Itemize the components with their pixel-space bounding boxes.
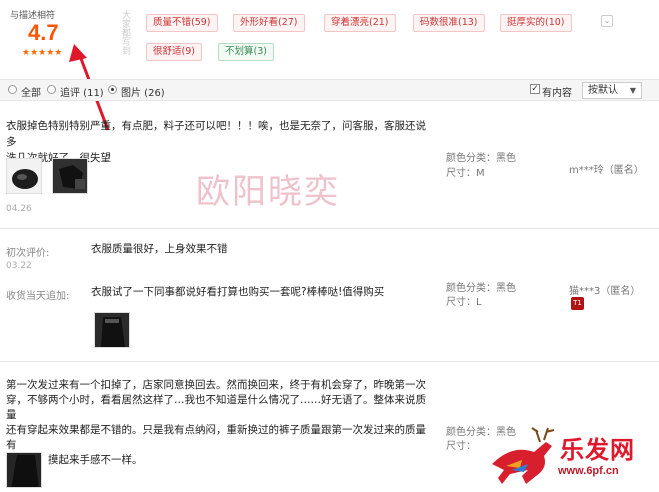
review-1-size: 尺寸：M xyxy=(446,168,485,179)
radio-pictures[interactable] xyxy=(108,85,117,94)
review-2-initial-text: 衣服质量很好，上身效果不错 xyxy=(91,243,228,255)
tag-looks[interactable]: 外形好看(27) xyxy=(233,14,305,32)
review-3-text: 第一次发过来有一个扣掉了，店家同意换回去。然而换回来，终于有机会穿了，昨晚第一次… xyxy=(6,378,436,468)
review-3-line1: 第一次发过来有一个扣掉了，店家同意换回去。然而换回来，终于有机会穿了，昨晚第一次 xyxy=(6,379,426,391)
has-content-label[interactable]: 有内容 xyxy=(542,84,572,99)
rating-score: 4.7 xyxy=(28,20,59,45)
review-1-photo-2[interactable] xyxy=(52,158,88,194)
review-3-line2: 穿，不够两个小时，看看居然这样了…我也不知道是什么情况了……好无语了。整体来说质… xyxy=(6,394,426,421)
review-1-photo-1[interactable] xyxy=(6,158,42,194)
chevron-down-icon: ▼ xyxy=(629,86,636,95)
filter-pictures-label[interactable]: 图片 (26) xyxy=(121,84,165,99)
site-logo-url: www.6pf.cn xyxy=(558,465,619,477)
review-2-followup-text: 衣服试了一下同事都说好看打算也购买一套呢?棒棒哒!值得购买 xyxy=(91,286,385,298)
site-logo-name: 乐发网 xyxy=(560,436,635,464)
review-3-line4: 点区别，摸起来手感不一样。 xyxy=(6,454,143,466)
review-divider xyxy=(0,228,659,229)
review-2-initial-date: 03.22 xyxy=(6,261,32,271)
review-divider xyxy=(0,361,659,362)
radio-all[interactable] xyxy=(8,85,17,94)
filter-all-label[interactable]: 全部 xyxy=(21,84,41,99)
review-2-initial-label: 初次评价: xyxy=(6,248,50,259)
review-2-size: 尺寸：L xyxy=(446,297,482,308)
filter-followup-label[interactable]: 追评 (11) xyxy=(60,84,104,99)
review-2-color: 颜色分类：黑色 xyxy=(446,283,516,294)
expand-tags-chevron-icon[interactable]: ⌄ xyxy=(601,15,613,27)
has-content-checkbox[interactable]: ✓ xyxy=(530,84,540,94)
rating-stars: ★★★★★ xyxy=(22,48,63,58)
review-3-photo[interactable] xyxy=(6,452,42,488)
author-watermark: 欧阳晓奕 xyxy=(196,172,340,212)
review-1-user: m***玲（匿名） xyxy=(569,165,644,176)
tag-quality[interactable]: 质量不错(59) xyxy=(146,14,218,32)
review-3-size: 尺寸： xyxy=(446,441,476,452)
radio-followup[interactable] xyxy=(47,85,56,94)
deer-logo-icon xyxy=(492,427,555,484)
review-2-user: 猫***3（匿名） xyxy=(569,286,641,297)
sort-select[interactable]: 按默认 ▼ xyxy=(582,82,642,99)
tag-not-worth[interactable]: 不划算(3) xyxy=(218,43,274,61)
filter-bar: 全部 追评 (11) 图片 (26) ✓ 有内容 按默认 ▼ xyxy=(0,79,659,101)
review-2-photo[interactable] xyxy=(94,312,130,348)
review-2-user-badge: T1 xyxy=(571,297,584,310)
sort-select-value: 按默认 xyxy=(588,85,618,96)
tag-comfort[interactable]: 很舒适(9) xyxy=(146,43,202,61)
tag-wearing[interactable]: 穿着漂亮(21) xyxy=(324,14,396,32)
review-1-line1: 衣服掉色特别特别严重，有点肥，料子还可以吧！！！唉，也是无奈了，问客服，客服还说… xyxy=(6,120,426,148)
review-2-followup-label: 收货当天追加: xyxy=(6,291,70,302)
tag-size[interactable]: 码数很准(13) xyxy=(413,14,485,32)
tag-thick[interactable]: 挺厚实的(10) xyxy=(500,14,572,32)
review-1-date: 04.26 xyxy=(6,204,32,214)
review-3-line3: 还有穿起来效果都是不错的。只是我有点纳闷，重新换过的裤子质量跟第一次发过来的质量… xyxy=(6,424,426,451)
review-1-color: 颜色分类：黑色 xyxy=(446,153,516,164)
